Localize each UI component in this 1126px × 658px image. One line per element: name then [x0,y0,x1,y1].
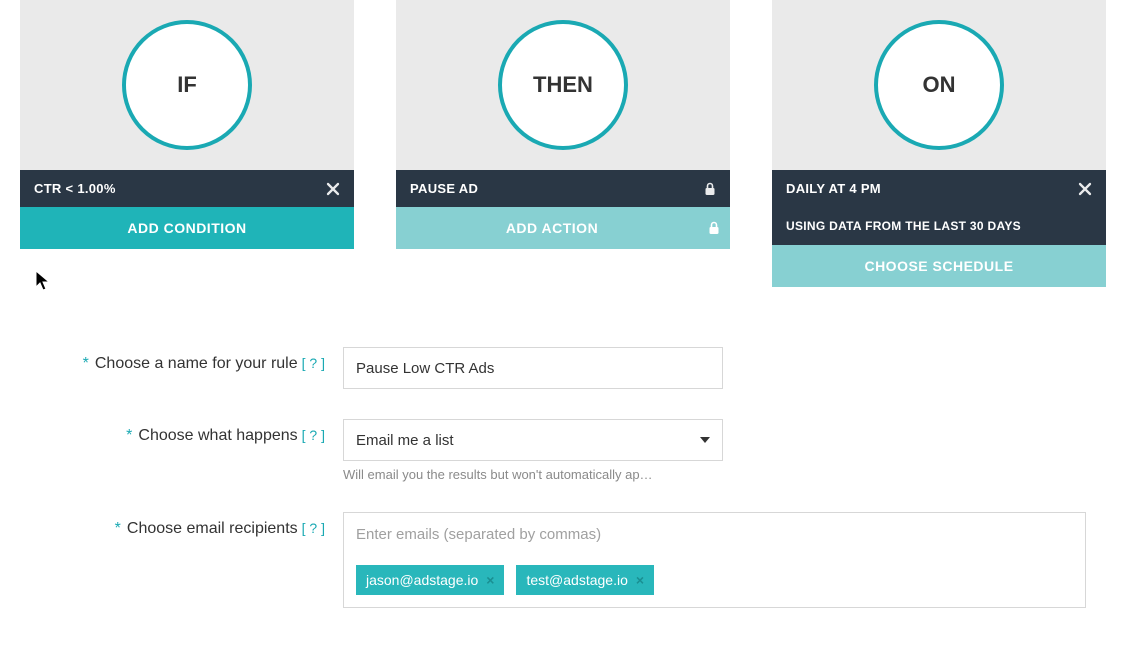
help-icon[interactable]: [ ? ] [302,520,325,536]
help-icon[interactable]: [ ? ] [302,427,325,443]
card-then-header: THEN [396,0,730,170]
happens-subtext: Will email you the results but won't aut… [343,467,723,482]
add-condition-label: ADD CONDITION [127,220,246,236]
remove-tag-icon[interactable]: × [636,572,644,588]
if-condition-text: CTR < 1.00% [34,181,116,196]
recipients-box[interactable]: jason@adstage.io × test@adstage.io × [343,512,1086,608]
remove-tag-icon[interactable]: × [486,572,494,588]
then-circle: THEN [498,20,628,150]
recipient-email: jason@adstage.io [366,572,478,588]
if-condition-bar[interactable]: CTR < 1.00% [20,170,354,207]
if-circle: IF [122,20,252,150]
recipient-tags: jason@adstage.io × test@adstage.io × [344,555,1085,607]
if-title: IF [177,72,197,98]
card-on-header: ON [772,0,1106,170]
card-if-header: IF [20,0,354,170]
card-on: ON DAILY AT 4 PM USING DATA FROM THE LAS… [772,0,1106,287]
lock-icon [704,182,716,196]
rule-name-input[interactable] [343,347,723,389]
recipient-tag[interactable]: test@adstage.io × [516,565,654,595]
required-mark: * [83,355,89,372]
on-line2-text: USING DATA FROM THE LAST 30 DAYS [786,219,1021,233]
recipient-tag[interactable]: jason@adstage.io × [356,565,504,595]
add-action-label: ADD ACTION [406,220,698,236]
on-circle: ON [874,20,1004,150]
rule-name-label: *Choose a name for your rule[ ? ] [40,347,325,373]
then-title: THEN [533,72,593,98]
recipients-field: jason@adstage.io × test@adstage.io × [343,512,1086,608]
row-rule-name: *Choose a name for your rule[ ? ] [40,347,1086,389]
then-action-text: PAUSE AD [410,181,478,196]
recipients-label: *Choose email recipients[ ? ] [40,512,325,538]
help-icon[interactable]: [ ? ] [302,355,325,371]
card-then: THEN PAUSE AD ADD ACTION [396,0,730,249]
on-title: ON [923,72,956,98]
on-line1-text: DAILY AT 4 PM [786,181,881,196]
happens-value: Email me a list [356,432,454,449]
lock-icon [708,221,720,235]
add-action-button[interactable]: ADD ACTION [396,207,730,249]
rule-form: *Choose a name for your rule[ ? ] *Choos… [0,347,1126,658]
required-mark: * [126,427,132,444]
on-line2-bar: USING DATA FROM THE LAST 30 DAYS [772,207,1106,245]
recipients-input[interactable] [344,513,1085,555]
happens-field: Email me a list Will email you the resul… [343,419,723,482]
chevron-down-icon [700,437,710,443]
happens-label: *Choose what happens[ ? ] [40,419,325,445]
choose-schedule-button[interactable]: CHOOSE SCHEDULE [772,245,1106,287]
cards-row: IF CTR < 1.00% ADD CONDITION THEN PAUSE … [0,0,1126,287]
if-condition-remove-icon[interactable] [326,182,340,196]
row-recipients: *Choose email recipients[ ? ] jason@adst… [40,512,1086,608]
choose-schedule-label: CHOOSE SCHEDULE [864,258,1013,274]
add-condition-button[interactable]: ADD CONDITION [20,207,354,249]
on-line1-bar[interactable]: DAILY AT 4 PM [772,170,1106,207]
row-happens: *Choose what happens[ ? ] Email me a lis… [40,419,1086,482]
on-remove-icon[interactable] [1078,182,1092,196]
happens-select[interactable]: Email me a list [343,419,723,461]
rule-name-field [343,347,723,389]
card-if: IF CTR < 1.00% ADD CONDITION [20,0,354,249]
recipient-email: test@adstage.io [526,572,627,588]
then-action-bar[interactable]: PAUSE AD [396,170,730,207]
required-mark: * [115,520,121,537]
